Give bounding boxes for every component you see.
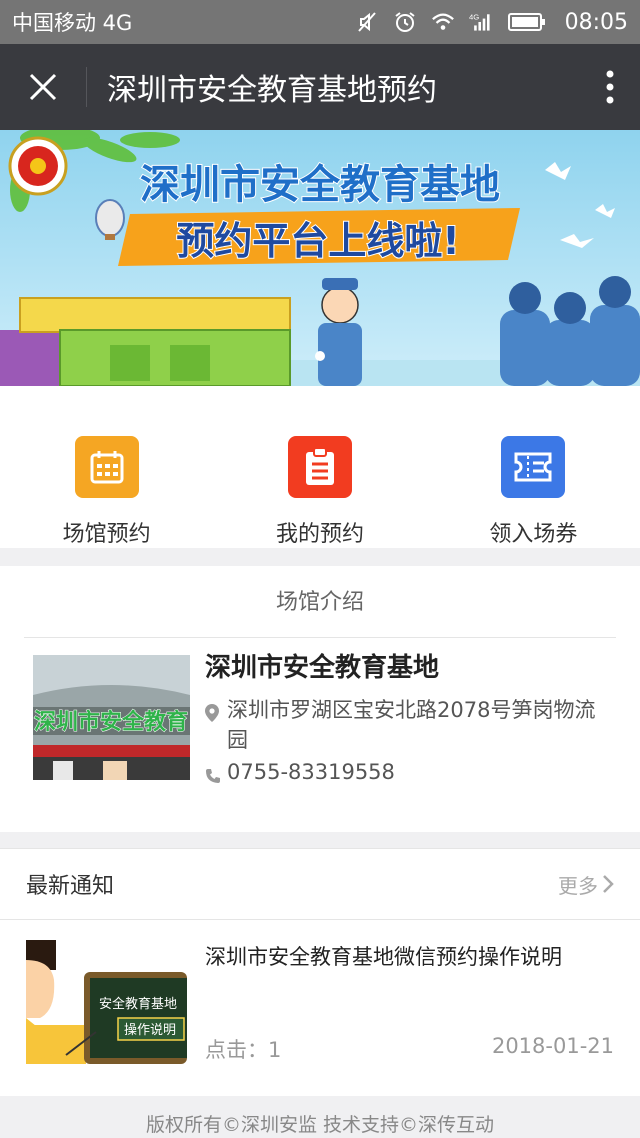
phone-icon: [205, 757, 227, 792]
board-line-1: 安全教育基地: [99, 996, 177, 1012]
action-venue-booking[interactable]: 场馆预约: [0, 386, 213, 548]
venue-phone[interactable]: 0755-83319558: [227, 757, 395, 792]
action-get-ticket[interactable]: 领入场券: [427, 386, 640, 548]
page-title: 深圳市安全教育基地预约: [107, 73, 437, 108]
venue-phone-row: 0755-83319558: [205, 757, 597, 792]
venue-photo-sign: 深圳市安全教育: [34, 709, 188, 735]
location-pin-icon: [205, 695, 227, 755]
news-section-title: 最新通知: [26, 874, 115, 899]
status-icons: 4G 08:05: [355, 10, 628, 35]
wifi-icon: [431, 10, 455, 34]
news-section: 最新通知 更多 安全教育基地 操作说明 深圳市安全教育基地微信预约操作说明 点击…: [0, 848, 640, 1096]
close-icon: [29, 73, 57, 101]
more-vertical-icon: [606, 70, 614, 104]
news-header: 最新通知 更多: [0, 848, 640, 920]
ticket-icon: [501, 436, 566, 498]
venue-name: 深圳市安全教育基地: [205, 653, 440, 683]
quick-actions: 场馆预约 我的预约 领入场券: [0, 386, 640, 548]
action-my-booking[interactable]: 我的预约: [213, 386, 426, 548]
mute-icon: [355, 10, 379, 34]
more-link[interactable]: 更多: [558, 870, 614, 899]
alarm-icon: [393, 10, 417, 34]
nav-bar: 深圳市安全教育基地预约: [0, 44, 640, 130]
venue-address-row: 深圳市罗湖区宝安北路2078号笋岗物流园: [205, 695, 597, 755]
emblem-logo: [8, 136, 68, 196]
more-menu-button[interactable]: [580, 44, 640, 130]
banner-subline: 预约平台上线啦!: [176, 219, 459, 263]
venue-info: 深圳市安全教育基地 深圳市罗湖区宝安北路2078号笋岗物流园 0755-8331…: [205, 653, 597, 792]
venue-section-title: 场馆介绍: [24, 566, 616, 638]
status-bar: 中国移动 4G 4G 08:05: [0, 0, 640, 44]
news-item-date: 2018-01-21: [491, 1034, 614, 1058]
venue-address: 深圳市罗湖区宝安北路2078号笋岗物流园: [227, 698, 596, 752]
news-item-meta: 点击：1 2018-01-21: [205, 1034, 614, 1064]
promo-banner[interactable]: 深圳市安全教育基地 预约平台上线啦!: [0, 130, 640, 386]
banner-headline: 深圳市安全教育基地: [140, 162, 500, 208]
close-button[interactable]: [0, 44, 86, 130]
news-item-title: 深圳市安全教育基地微信预约操作说明: [205, 945, 562, 969]
footer-copyright: 版权所有©深圳安监 技术支持©深传互动: [145, 1114, 495, 1136]
board-line-2: 操作说明: [124, 1022, 176, 1038]
battery-icon: [507, 10, 547, 34]
action-label: 我的预约: [275, 522, 364, 547]
chevron-right-icon: [603, 875, 614, 893]
venue-card[interactable]: 深圳市安全教育 深圳市安全教育基地 深圳市罗湖区宝安北路2078号笋岗物流园 0…: [0, 638, 640, 792]
clipboard-icon: [287, 436, 352, 498]
news-thumbnail: 安全教育基地 操作说明: [26, 940, 187, 1064]
action-label: 场馆预约: [62, 522, 151, 547]
venue-photo: 深圳市安全教育: [33, 655, 190, 780]
calendar-icon: [74, 436, 139, 498]
venue-section: 场馆介绍 深圳市安全教育 深圳市安全教育基地 深圳市罗湖区宝安北路2078号笋岗…: [0, 566, 640, 832]
news-item-body: 深圳市安全教育基地微信预约操作说明 点击：1 2018-01-21: [205, 940, 614, 1064]
clock-time: 08:05: [564, 9, 628, 35]
news-item-clicks: 点击：1: [205, 1038, 282, 1062]
news-item[interactable]: 安全教育基地 操作说明 深圳市安全教育基地微信预约操作说明 点击：1 2018-…: [0, 920, 640, 1084]
more-label: 更多: [558, 873, 598, 898]
carrier-label: 中国移动 4G: [12, 11, 133, 35]
action-label: 领入场券: [489, 522, 578, 547]
signal-4g-icon: 4G: [469, 10, 493, 34]
svg-text:4G: 4G: [469, 12, 479, 21]
